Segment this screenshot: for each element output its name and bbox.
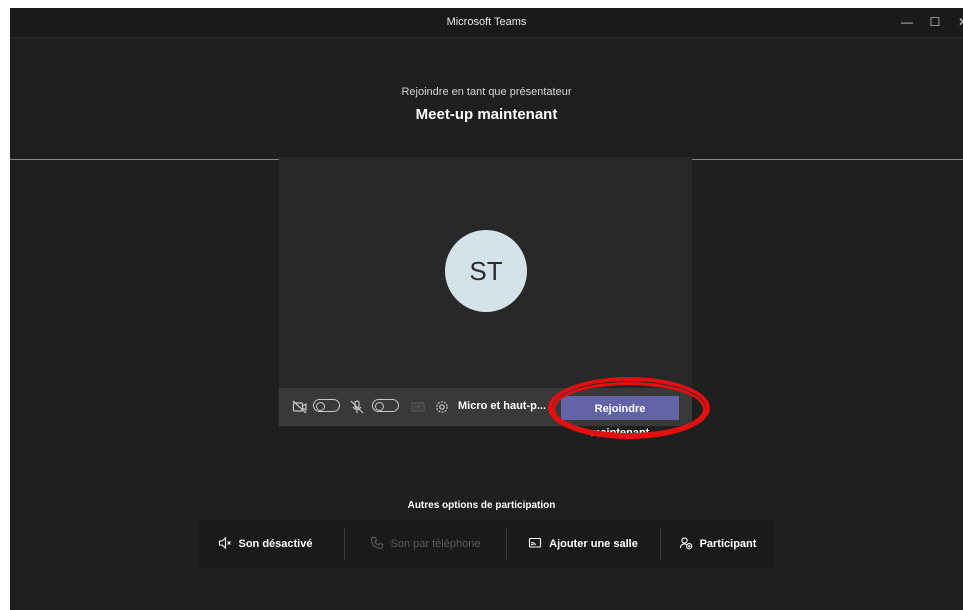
camera-toggle[interactable] — [313, 399, 340, 412]
avatar: ST — [445, 230, 527, 312]
audio-off-label: Son désactivé — [238, 538, 313, 550]
participant-option[interactable]: Participant — [661, 520, 774, 568]
mic-off-icon — [349, 399, 365, 415]
background-effects-icon — [410, 399, 426, 415]
cast-icon — [528, 536, 542, 553]
pre-join-header: Rejoindre en tant que présentateur Meet-… — [10, 38, 963, 160]
person-add-icon — [679, 536, 693, 553]
close-button[interactable]: ✕ — [954, 13, 963, 31]
device-controls-bar: Micro et haut-p... Rejoindre maintenant — [279, 388, 692, 439]
speaker-mute-icon — [218, 536, 232, 553]
phone-audio-option: Son par téléphone — [345, 520, 505, 568]
settings-gear-icon[interactable] — [434, 399, 450, 415]
add-room-label: Ajouter une salle — [549, 538, 638, 550]
mic-toggle[interactable] — [372, 399, 399, 412]
audio-device-label[interactable]: Micro et haut-p... — [458, 400, 546, 412]
join-now-button[interactable]: Rejoindre maintenant — [561, 396, 679, 439]
participant-label: Participant — [699, 538, 757, 550]
phone-audio-label: Son par téléphone — [390, 538, 481, 550]
other-options-label: Autres options de participation — [407, 500, 556, 511]
title-bar: Microsoft Teams — ☐ ✕ — [10, 8, 963, 38]
minimize-button[interactable]: — — [898, 13, 916, 31]
maximize-button[interactable]: ☐ — [926, 13, 944, 31]
meeting-title: Meet-up maintenant — [415, 106, 558, 123]
window-title: Microsoft Teams — [446, 16, 527, 28]
other-options-bar: Son désactivé Son par téléphone Ajouter … — [198, 520, 774, 568]
video-preview: ST Micro et haut-p... Rejoindre maintena… — [279, 157, 692, 439]
camera-off-icon — [292, 399, 308, 415]
audio-off-option[interactable]: Son désactivé — [198, 520, 332, 568]
phone-icon — [370, 536, 384, 553]
add-room-option[interactable]: Ajouter une salle — [507, 520, 659, 568]
join-role-subtitle: Rejoindre en tant que présentateur — [401, 86, 572, 98]
